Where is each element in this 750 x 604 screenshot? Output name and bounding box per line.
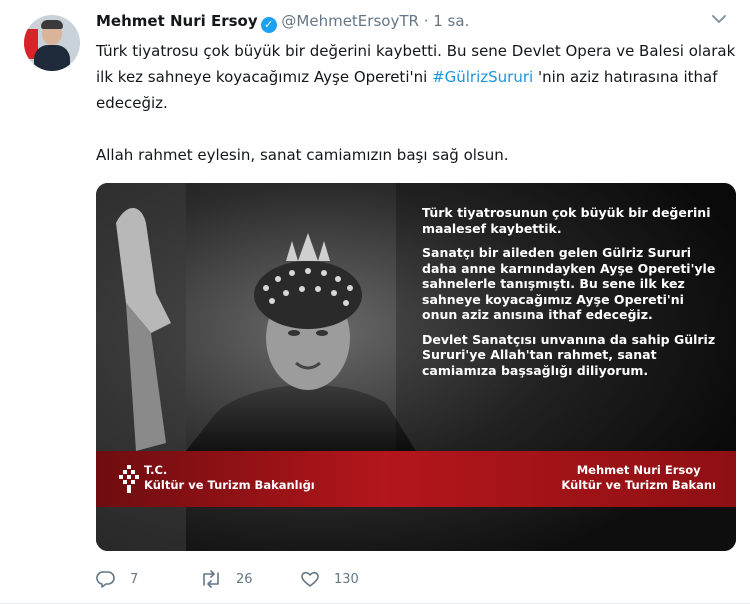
avatar-hair — [41, 20, 63, 29]
retweet-button[interactable]: 26 — [200, 570, 253, 588]
retweet-icon — [203, 570, 219, 588]
tweet-text: Türk tiyatrosu çok büyük bir değerini ka… — [96, 38, 736, 168]
overlay-paragraph-3: Devlet Sanatçısı unvanına da sahip Gülri… — [422, 331, 716, 378]
ministry-line-1: T.C. — [144, 463, 168, 477]
image-overlay-text: Türk tiyatrosunun çok büyük bir değerini… — [422, 205, 722, 387]
tweet-timestamp[interactable]: 1 sa. — [433, 12, 469, 30]
tweet-menu-chevron-down-icon[interactable] — [712, 12, 726, 28]
reply-icon — [96, 571, 115, 588]
author-avatar[interactable] — [24, 15, 80, 71]
hashtag-link[interactable]: #GülrizSururi — [432, 68, 533, 86]
minister-name: Mehmet Nuri Ersoy — [576, 463, 701, 477]
overlay-paragraph-1: Türk tiyatrosunun çok büyük bir değerini… — [422, 205, 711, 236]
minister-title: Kültür ve Turizm Bakanı — [561, 478, 716, 492]
reply-button[interactable]: 7 — [96, 570, 138, 588]
like-button[interactable]: 130 — [300, 570, 359, 588]
overlay-paragraph-2: Sanatçı bir aileden gelen Gülriz Sururi … — [422, 245, 716, 322]
tweet-paragraph-1: Türk tiyatrosu çok büyük bir değerini ka… — [96, 38, 736, 116]
like-count: 130 — [334, 571, 359, 587]
retweet-count: 26 — [236, 571, 253, 587]
author-handle[interactable]: @MehmetErsoyTR — [281, 12, 419, 30]
author-name[interactable]: Mehmet Nuri Ersoy — [96, 12, 258, 30]
heart-icon — [301, 571, 319, 587]
tweet-paragraph-2: Allah rahmet eylesin, sanat camiamızın b… — [96, 146, 509, 164]
reply-count: 7 — [130, 571, 139, 587]
ministry-line-2: Kültür ve Turizm Bakanlığı — [144, 478, 315, 492]
minister-signature: Mehmet Nuri Ersoy Kültür ve Turizm Bakan… — [561, 463, 716, 493]
tweet-image[interactable]: Türk tiyatrosunun çok büyük bir değerini… — [96, 183, 736, 551]
verified-badge-icon: ✓ — [260, 17, 277, 33]
avatar-suit — [34, 45, 70, 71]
ministry-banner: T.C. Kültür ve Turizm Bakanlığı Mehmet N… — [96, 451, 736, 507]
tweet-header: Mehmet Nuri Ersoy ✓ @MehmetErsoyTR · 1 sa… — [96, 12, 469, 33]
header-separator: · — [423, 12, 429, 30]
ministry-name: T.C. Kültür ve Turizm Bakanlığı — [144, 463, 315, 493]
